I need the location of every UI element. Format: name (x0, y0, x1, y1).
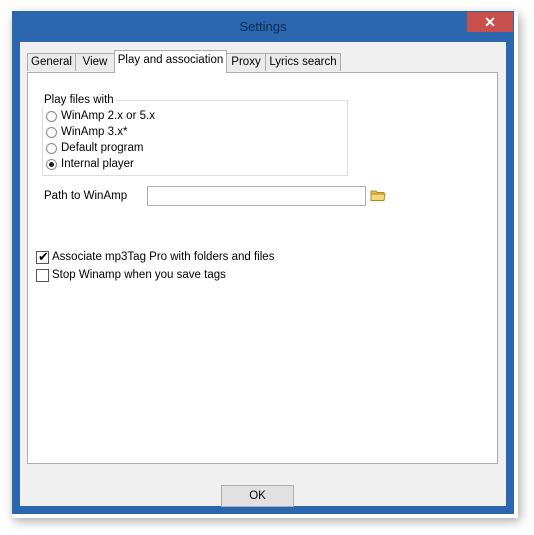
path-to-winamp-label: Path to WinAmp (44, 190, 128, 202)
radio-circle[interactable] (46, 143, 57, 154)
tab-panel-play-and-association: Play files with WinAmp 2.x or 5.x WinAmp… (27, 72, 498, 464)
settings-window: Settings ✕ General View Play and associa… (12, 11, 514, 514)
play-files-with-label: Play files with (42, 94, 116, 106)
tab-lyrics-search[interactable]: Lyrics search (265, 53, 341, 71)
close-icon: ✕ (484, 14, 496, 30)
radio-circle-selected[interactable] (46, 159, 57, 170)
title-bar[interactable]: Settings ✕ (12, 11, 514, 41)
checkbox-box[interactable]: ✔ (36, 249, 49, 264)
folder-icon[interactable] (370, 188, 386, 202)
radio-circle[interactable] (46, 127, 57, 138)
tab-view[interactable]: View (75, 53, 115, 71)
window-title: Settings (239, 19, 287, 34)
path-to-winamp-input[interactable] (147, 186, 366, 206)
dialog-client-area: General View Play and association Proxy … (20, 42, 506, 507)
tab-play-and-association[interactable]: Play and association (114, 50, 227, 73)
checkbox-box[interactable] (36, 269, 49, 282)
tab-proxy[interactable]: Proxy (226, 53, 266, 71)
radio-circle[interactable] (46, 111, 57, 122)
tab-general[interactable]: General (27, 53, 76, 71)
ok-button[interactable]: OK (221, 485, 294, 507)
close-button[interactable]: ✕ (467, 12, 513, 32)
checkmark-icon: ✔ (38, 249, 49, 264)
